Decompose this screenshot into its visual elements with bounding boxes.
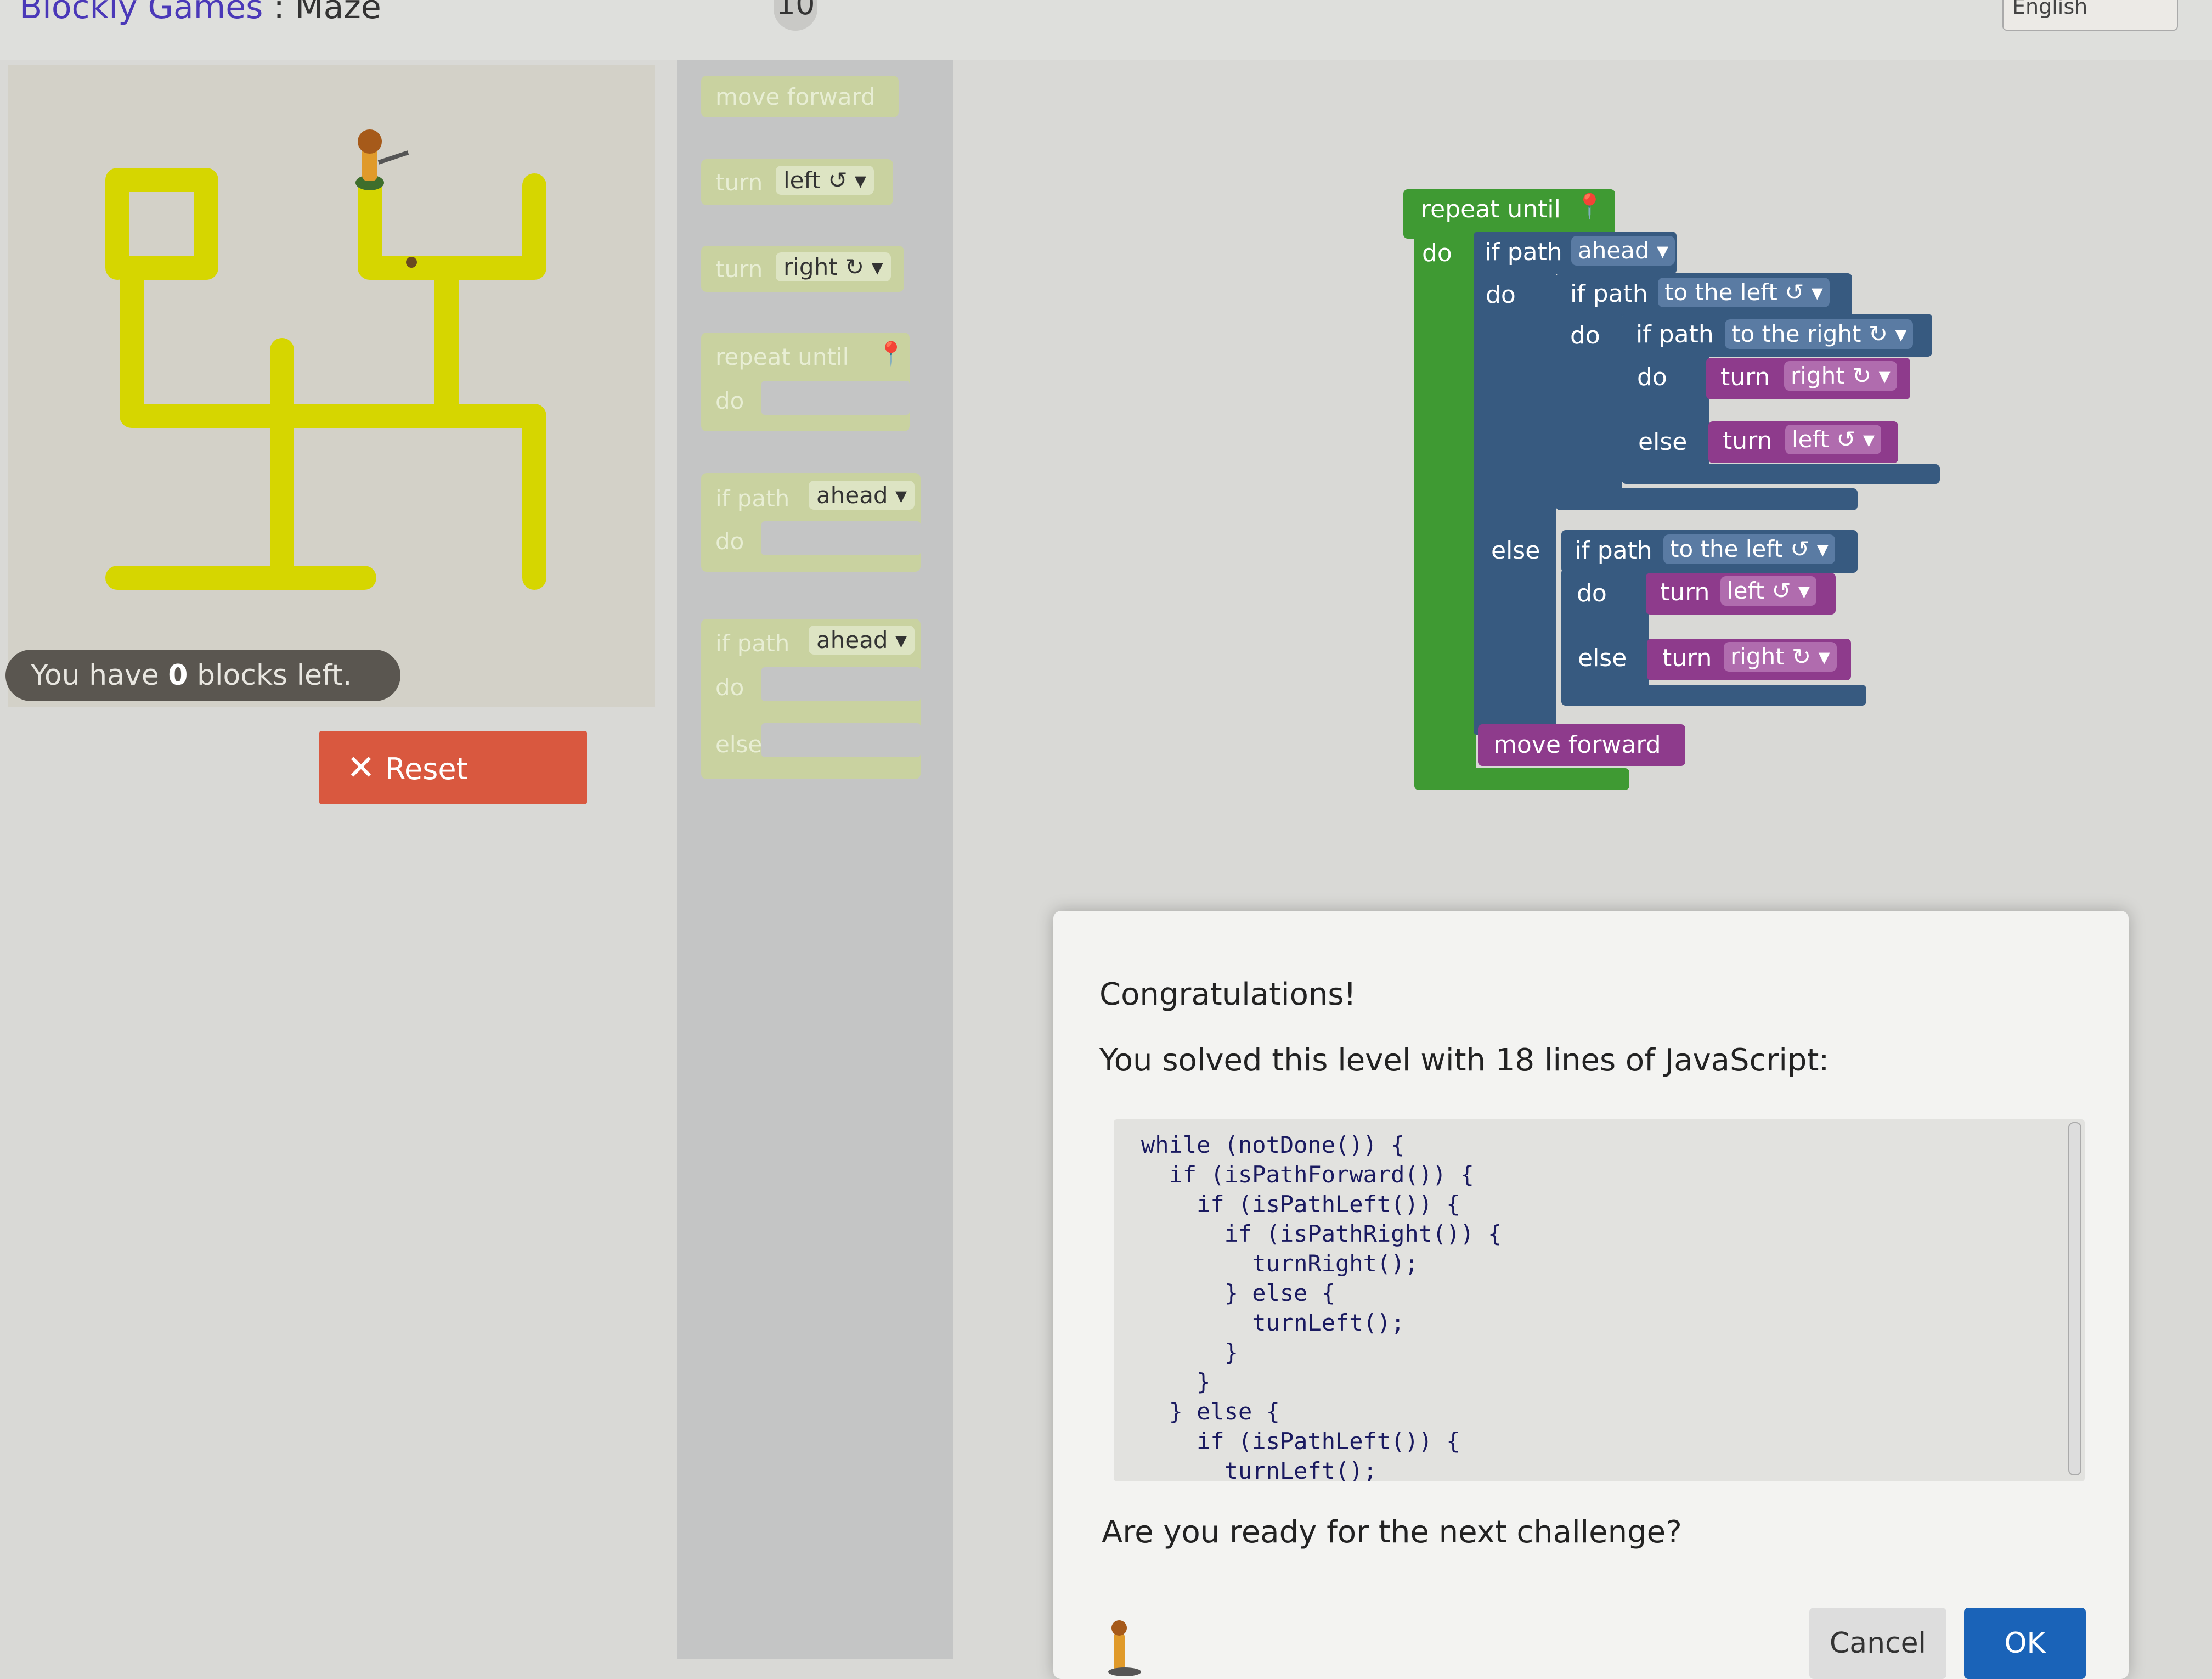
toolbox-block-turn-right[interactable]: turn right ↻ ▾ [701,246,904,292]
capacity-prefix: You have [31,659,168,692]
language-select[interactable]: English [2002,0,2178,31]
path-dropdown[interactable]: ahead ▾ [809,481,915,510]
do-label: do [1486,281,1516,309]
turn-label: turn [1720,363,1770,391]
turn-label: turn [1662,644,1712,672]
do-label: do [1637,363,1667,391]
path-dropdown[interactable]: to the left ↺ ▾ [1658,278,1830,307]
path-dropdown[interactable]: ahead ▾ [1571,236,1675,266]
close-icon: ✕ [347,747,375,787]
if-left-footer [1556,488,1858,510]
statement-slot [761,667,921,701]
toolbox-block-move-forward[interactable]: move forward [701,76,899,117]
code-text: while (notDone()) { if (isPathForward())… [1141,1131,1502,1481]
code-listing: while (notDone()) { if (isPathForward())… [1114,1119,2085,1481]
if-path-label: if path [1575,537,1652,565]
pin-icon: 📍 [877,340,906,367]
brand-link[interactable]: Blockly Games [20,0,263,26]
direction-dropdown[interactable]: right ↻ ▾ [1724,642,1837,672]
if-path-label: if path [1636,320,1714,348]
congratulations-dialog: Congratulations! You solved this level w… [1053,911,2129,1679]
path-dropdown[interactable]: to the left ↺ ▾ [1663,534,1835,564]
do-label: do [715,528,744,555]
block-label: if path [715,630,790,657]
page-name: Maze [295,0,381,26]
block-label: move forward [715,83,876,110]
if-path-label: if path [1485,238,1562,266]
statement-slot [761,521,921,555]
toolbox-block-turn-left[interactable]: turn left ↺ ▾ [701,159,893,205]
else-label: else [1578,644,1627,672]
if-path-label: if path [1570,280,1648,308]
direction-dropdown[interactable]: left ↺ ▾ [1720,576,1816,606]
finish-marker-icon [406,257,417,268]
else-label: else [1491,537,1541,565]
code-scrollbar[interactable] [2068,1122,2081,1475]
repeat-until-footer [1414,768,1629,790]
title-separator: : [273,0,285,26]
dialog-summary: You solved this level with 18 lines of J… [1099,1043,1830,1078]
block-label: turn [715,256,763,283]
if-right-footer [1622,464,1940,484]
do-label: do [1577,579,1607,607]
reset-label: Reset [385,752,468,786]
statement-slot [761,723,921,757]
capacity-suffix: blocks left. [188,659,352,692]
direction-dropdown[interactable]: right ↻ ▾ [776,252,891,281]
capacity-count: 0 [168,659,188,692]
else-label: else [1638,428,1688,456]
do-label: do [715,387,744,414]
do-label: do [1422,239,1452,267]
statement-slot [761,381,910,415]
dialog-question: Are you ready for the next challenge? [1102,1514,1682,1550]
do-label: do [1570,322,1600,350]
cancel-button[interactable]: Cancel [1809,1608,1946,1679]
move-forward-label: move forward [1493,731,1661,759]
if-ahead-rail [1474,269,1556,735]
block-label: if path [715,485,790,512]
toolbox-block-repeat-until[interactable]: repeat until 📍 do [701,333,910,431]
turn-label: turn [1660,578,1710,606]
block-label: repeat until [715,343,849,370]
turn-label: turn [1723,427,1773,455]
toolbox: move forward turn left ↺ ▾ turn right ↻ … [677,60,953,1659]
repeat-until-label: repeat until [1421,195,1561,223]
path-dropdown[interactable]: ahead ▾ [809,626,915,655]
reset-button[interactable]: ✕ Reset [319,731,587,804]
block-label: turn [715,169,763,196]
direction-dropdown[interactable]: left ↺ ▾ [1785,425,1881,454]
if-left-else-footer [1561,685,1866,706]
repeat-until-body-rail [1414,230,1476,788]
pegman-icon [356,129,409,190]
else-label: else [715,731,763,758]
do-label: do [715,674,744,701]
toolbox-block-if-path[interactable]: if path ahead ▾ do [701,473,921,572]
toolbox-block-if-path-else[interactable]: if path ahead ▾ do else [701,619,921,779]
ok-button[interactable]: OK [1964,1608,2086,1679]
pin-icon: 📍 [1575,193,1605,221]
blocks-left-status: You have 0 blocks left. [5,650,400,701]
maze-map [105,129,546,590]
dialog-title: Congratulations! [1099,977,1356,1012]
direction-dropdown[interactable]: left ↺ ▾ [776,166,874,195]
maze-path [105,168,546,590]
pegman-icon [1108,1620,1141,1676]
direction-dropdown[interactable]: right ↻ ▾ [1784,361,1897,391]
app-title: Blockly Games : Maze [20,0,381,26]
path-dropdown[interactable]: to the right ↻ ▾ [1725,319,1914,349]
